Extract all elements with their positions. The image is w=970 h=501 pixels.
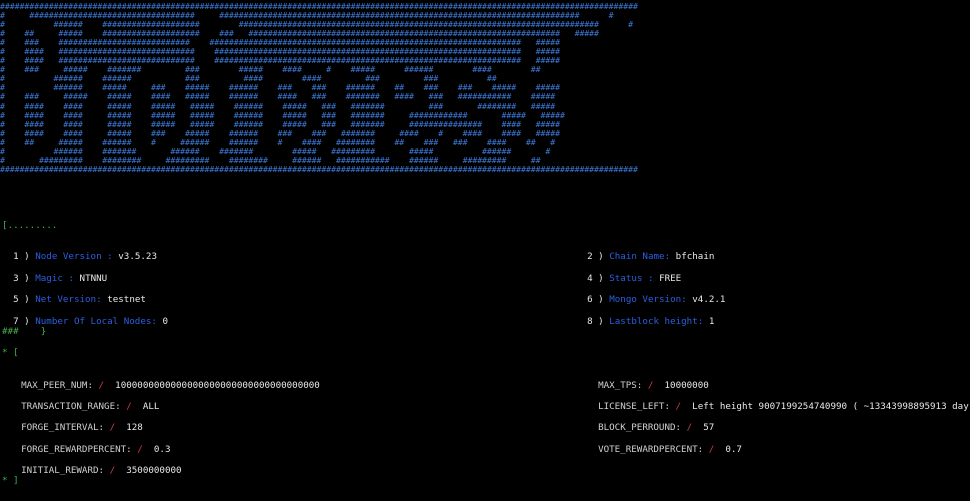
info-label: Mongo Version [609,294,682,305]
param-transaction-range: TRANSACTION_RANGE: / ALL [10,390,159,412]
info-row-8: 8 ) Lastblock height: 1 [587,316,715,327]
param-forge-interval: FORGE_INTERVAL: / 128 [10,411,143,433]
info-label: Net Version [35,294,97,305]
param-initial-reward: INITIAL_REWARD: / 3500000000 [10,454,182,476]
info-row-7: 7 ) Number Of Local Nodes: 0 [13,316,169,327]
param-value: 3500000000 [126,465,182,476]
info-value: 1 [708,316,715,327]
param-key: FORGE_INTERVAL: [21,422,105,433]
info-row-2: 2 ) Chain Name: bfchain [587,251,715,262]
param-vote-rewardpercent: VOTE_REWARDPERCENT: / 0.7 [587,433,742,455]
info-value: v3.5.23 [118,251,157,262]
params-close-line: * ] [2,475,19,486]
info-value: 0 [162,316,169,327]
param-forge-rewardpercent: FORGE_REWARDPERCENT: / 0.3 [10,433,170,455]
param-value: 0.7 [725,444,742,455]
info-row-1: 1 ) Node Version : v3.5.23 [13,251,157,262]
info-label: Node Version [35,251,102,262]
info-value: v4.2.1 [692,294,726,305]
info-row-3: 3 ) Magic : NTNNU [13,273,108,284]
open-line: [......... [2,220,58,231]
param-license-left: LICENSE_LEFT: / Left height 900719925474… [587,390,970,412]
info-value: bfchain [675,251,715,262]
info-label: Lastblock height [609,316,698,327]
param-max-tps: MAX_TPS: / 10000000 [587,369,709,391]
info-row-5: 5 ) Net Version: testnet [13,294,146,305]
param-value: ALL [142,401,160,412]
info-label: Chain Name [609,251,665,262]
close-info-line: ### } [2,326,47,337]
param-key: BLOCK_PERROUND: [598,422,682,433]
info-row-4: 4 ) Status : FREE [587,273,682,284]
info-value: testnet [107,294,146,305]
info-row-6: 6 ) Mongo Version: v4.2.1 [587,294,726,305]
param-key: INITIAL_REWARD: [21,465,105,476]
info-label: Number Of Local Nodes [35,316,152,327]
param-value: Left height 9007199254740990 ( ~13343998… [692,401,970,412]
param-max-peer-num: MAX_PEER_NUM: / 100000000000000000000000… [10,369,320,391]
param-value: 128 [126,422,143,433]
param-key: VOTE_REWARDPERCENT: [598,444,704,455]
params-open-line: * [ [2,347,19,358]
param-value: 57 [703,422,715,433]
param-block-perround: BLOCK_PERROUND: / 57 [587,411,714,433]
ascii-banner: ########################################… [0,1,638,174]
